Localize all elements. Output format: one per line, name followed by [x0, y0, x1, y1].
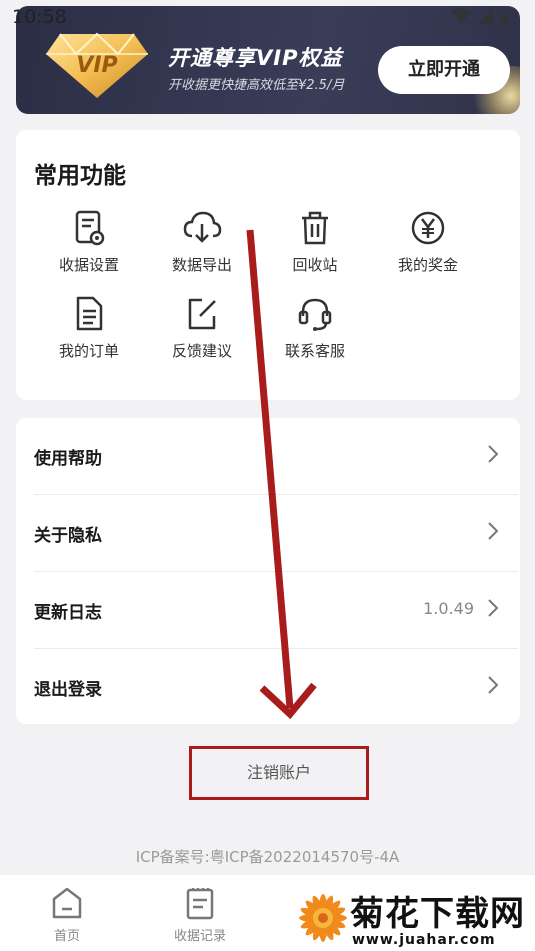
- cancel-account-button[interactable]: 注销账户: [189, 746, 369, 800]
- signal-icon: [477, 8, 493, 24]
- yen-icon: [411, 211, 445, 245]
- menu-label-logout: 退出登录: [34, 680, 102, 700]
- vip-crown-icon: VIP: [46, 32, 148, 98]
- vip-badge-text: VIP: [76, 53, 117, 78]
- chevron-right-icon: [488, 445, 499, 463]
- chevron-right-icon: [488, 676, 499, 694]
- edit-icon: [188, 298, 216, 330]
- nav-receipt-records[interactable]: 收据记录: [160, 885, 240, 944]
- chrysanthemum-logo: [299, 894, 347, 942]
- status-icons: [451, 7, 509, 25]
- data-export-button[interactable]: 数据导出: [147, 208, 257, 275]
- battery-icon: [499, 7, 509, 25]
- icp-record-text: ICP备案号:粤ICP备2022014570号-4A: [135, 848, 400, 866]
- document-icon: [76, 296, 103, 331]
- contact-support-label: 联系客服: [284, 342, 345, 360]
- nav-home-label: 首页: [53, 929, 80, 944]
- menu-item-changelog[interactable]: 更新日志 1.0.49: [16, 572, 520, 648]
- menu-item-logout[interactable]: 退出登录: [16, 649, 520, 725]
- receipt-settings-button[interactable]: 收据设置: [34, 208, 144, 275]
- common-functions-title: 常用功能: [34, 163, 126, 189]
- feedback-button[interactable]: 反馈建议: [147, 294, 257, 361]
- wifi-icon: [451, 8, 471, 23]
- site-watermark: 菊花下载网 www.juahar.com: [292, 880, 535, 951]
- my-orders-label: 我的订单: [58, 342, 119, 360]
- nav-home[interactable]: 首页: [27, 885, 107, 944]
- my-bonus-button[interactable]: 我的奖金: [373, 208, 483, 275]
- recycle-bin-button[interactable]: 回收站: [260, 208, 370, 275]
- activate-vip-button[interactable]: 立即开通: [378, 46, 510, 94]
- my-bonus-label: 我的奖金: [397, 256, 458, 274]
- menu-label-changelog: 更新日志: [34, 603, 102, 623]
- records-icon: [186, 888, 214, 920]
- feedback-label: 反馈建议: [171, 342, 232, 360]
- chevron-right-icon: [488, 599, 499, 617]
- menu-item-help[interactable]: 使用帮助: [16, 418, 520, 494]
- receipt-settings-icon: [75, 210, 105, 246]
- my-orders-button[interactable]: 我的订单: [34, 294, 144, 361]
- vip-title: 开通尊享VIP权益: [168, 46, 343, 70]
- watermark-url: www.juahar.com: [352, 932, 496, 948]
- common-functions-card: 常用功能 收据设置 数据导出 回收站 我的奖金 我的订单 反馈建议 联系客服: [16, 130, 520, 400]
- headset-icon: [298, 298, 332, 331]
- menu-label-help: 使用帮助: [34, 449, 102, 469]
- recycle-bin-label: 回收站: [292, 256, 338, 274]
- cloud-download-icon: [183, 211, 222, 243]
- contact-support-button[interactable]: 联系客服: [260, 294, 370, 361]
- menu-item-privacy[interactable]: 关于隐私: [16, 495, 520, 571]
- watermark-title: 菊花下载网: [350, 894, 525, 934]
- chevron-right-icon: [488, 522, 499, 540]
- version-value: 1.0.49: [423, 599, 474, 618]
- nav-records-label: 收据记录: [173, 929, 226, 944]
- data-export-label: 数据导出: [171, 256, 232, 274]
- status-time: 10:58: [12, 6, 67, 28]
- home-icon: [52, 887, 82, 919]
- menu-label-privacy: 关于隐私: [34, 526, 102, 546]
- vip-subtitle: 开收据更快捷高效低至¥2.5/月: [168, 78, 345, 93]
- trash-icon: [302, 211, 328, 245]
- settings-menu-card: 使用帮助 关于隐私 更新日志 1.0.49 退出登录: [16, 418, 520, 724]
- status-bar: 10:58: [0, 0, 535, 32]
- receipt-settings-label: 收据设置: [58, 256, 119, 274]
